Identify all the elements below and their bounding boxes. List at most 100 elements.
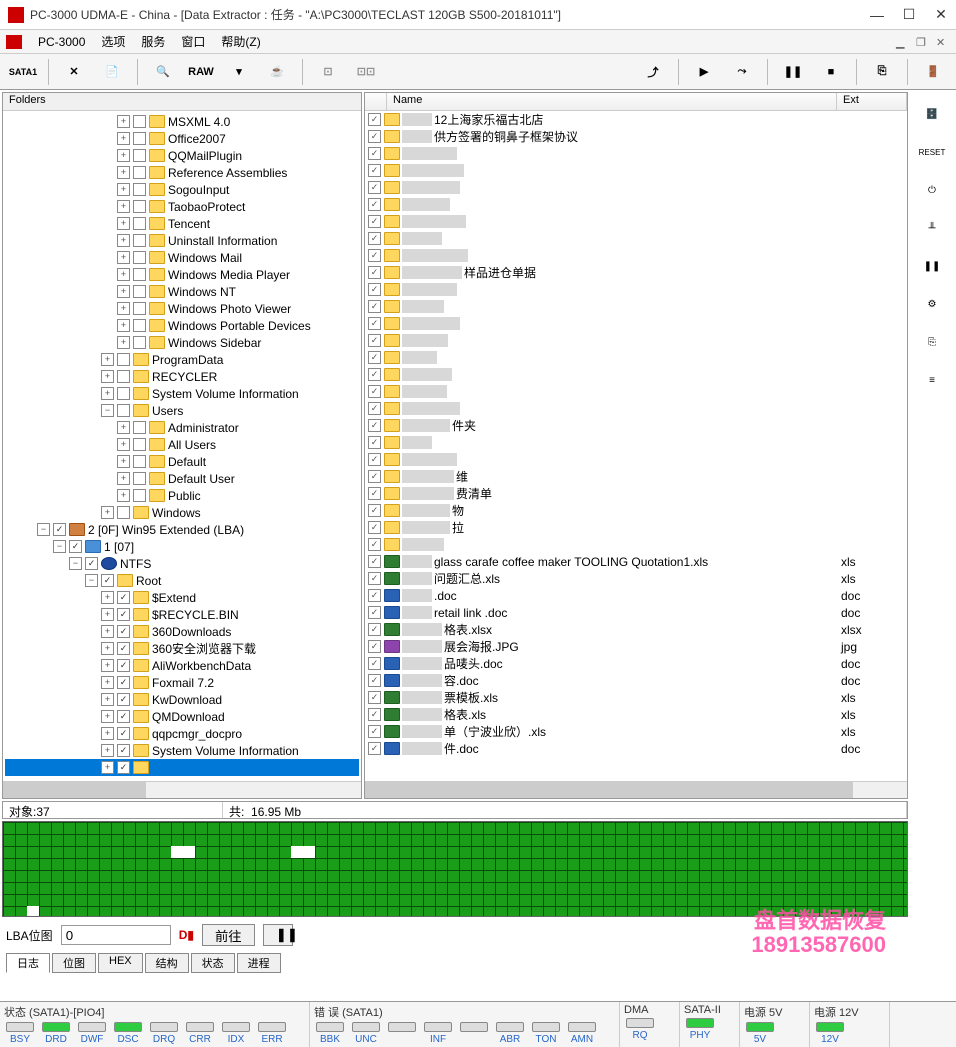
list-item[interactable]: ✓ — [365, 451, 907, 468]
list-checkbox[interactable]: ✓ — [368, 113, 381, 126]
scope-button[interactable]: ╨ — [916, 214, 948, 242]
tree-item[interactable]: +Uninstall Information — [5, 232, 359, 249]
expander-icon[interactable]: + — [101, 659, 114, 672]
export-button[interactable]: ⤴ — [636, 57, 670, 87]
expander-icon[interactable]: + — [117, 319, 130, 332]
tree-checkbox[interactable]: ✓ — [117, 625, 130, 638]
expander-icon[interactable]: + — [117, 472, 130, 485]
lba-input[interactable] — [61, 925, 171, 945]
tree-checkbox[interactable] — [133, 438, 146, 451]
list-item[interactable]: ✓展会海报.JPGjpg — [365, 638, 907, 655]
expander-icon[interactable]: + — [117, 166, 130, 179]
list-item[interactable]: ✓ — [365, 536, 907, 553]
tree-item[interactable]: +All Users — [5, 436, 359, 453]
tree-checkbox[interactable]: ✓ — [101, 574, 114, 587]
tree-checkbox[interactable] — [133, 285, 146, 298]
expander-icon[interactable]: + — [101, 676, 114, 689]
list-checkbox[interactable]: ✓ — [368, 606, 381, 619]
tree-checkbox[interactable] — [133, 268, 146, 281]
list-item[interactable]: ✓ — [365, 315, 907, 332]
list-checkbox[interactable]: ✓ — [368, 198, 381, 211]
lba-marker-icon[interactable]: D▮ — [179, 928, 194, 942]
list-item[interactable]: ✓件夹 — [365, 417, 907, 434]
tree-checkbox[interactable]: ✓ — [117, 693, 130, 706]
tree-checkbox[interactable] — [133, 166, 146, 179]
list-item[interactable]: ✓供方签署的铜鼻子框架协议 — [365, 128, 907, 145]
tree-item[interactable]: +✓qqpcmgr_docpro — [5, 725, 359, 742]
list-item[interactable]: ✓格表.xlsxxlsx — [365, 621, 907, 638]
expander-icon[interactable]: + — [117, 132, 130, 145]
lba-pause-button[interactable]: ❚❚ — [263, 924, 293, 946]
list-checkbox[interactable]: ✓ — [368, 640, 381, 653]
expander-icon[interactable]: + — [117, 336, 130, 349]
tab-status[interactable]: 状态 — [191, 953, 235, 973]
list-checkbox[interactable]: ✓ — [368, 538, 381, 551]
list-item[interactable]: ✓ — [365, 281, 907, 298]
tree-item[interactable]: −✓NTFS — [5, 555, 359, 572]
expander-icon[interactable]: − — [101, 404, 114, 417]
tree-item[interactable]: +✓360安全浏览器下载 — [5, 640, 359, 657]
tree-item[interactable]: +Windows NT — [5, 283, 359, 300]
tree-checkbox[interactable] — [133, 251, 146, 264]
tree-item[interactable]: +✓System Volume Information — [5, 742, 359, 759]
tree-checkbox[interactable] — [133, 421, 146, 434]
tree-checkbox[interactable]: ✓ — [117, 676, 130, 689]
list-item[interactable]: ✓ — [365, 196, 907, 213]
list-item[interactable]: ✓单（宁波业欣）.xlsxls — [365, 723, 907, 740]
tab-log[interactable]: 日志 — [6, 953, 50, 973]
list-item[interactable]: ✓样品进仓单据 — [365, 264, 907, 281]
expander-icon[interactable]: + — [101, 744, 114, 757]
col-ext[interactable]: Ext — [837, 93, 907, 110]
expander-icon[interactable]: + — [101, 387, 114, 400]
tree-item[interactable]: −✓Root — [5, 572, 359, 589]
expander-icon[interactable]: + — [117, 302, 130, 315]
tree-item[interactable]: +Windows — [5, 504, 359, 521]
list-item[interactable]: ✓问题汇总.xlsxls — [365, 570, 907, 587]
expander-icon[interactable]: + — [117, 489, 130, 502]
report-button[interactable]: 📄 — [95, 57, 129, 87]
tree-item[interactable]: +✓ — [5, 759, 359, 776]
tree-item[interactable]: +Public — [5, 487, 359, 504]
tree-item[interactable]: +✓KwDownload — [5, 691, 359, 708]
tree-item[interactable]: +RECYCLER — [5, 368, 359, 385]
list-hscrollbar[interactable] — [365, 781, 907, 798]
list-item[interactable]: ✓ — [365, 434, 907, 451]
side-tool3-button[interactable]: ≡ — [916, 366, 948, 394]
expander-icon[interactable]: − — [69, 557, 82, 570]
expander-icon[interactable]: + — [101, 761, 114, 774]
tree-checkbox[interactable]: ✓ — [117, 591, 130, 604]
list-item[interactable]: ✓维 — [365, 468, 907, 485]
list-checkbox[interactable]: ✓ — [368, 300, 381, 313]
tree-item[interactable]: +✓QMDownload — [5, 708, 359, 725]
list-item[interactable]: ✓ retail link .docdoc — [365, 604, 907, 621]
tree-checkbox[interactable]: ✓ — [69, 540, 82, 553]
list-checkbox[interactable]: ✓ — [368, 266, 381, 279]
list-checkbox[interactable]: ✓ — [368, 453, 381, 466]
tree-item[interactable]: +Windows Media Player — [5, 266, 359, 283]
tree-checkbox[interactable] — [133, 489, 146, 502]
tree-item[interactable]: +QQMailPlugin — [5, 147, 359, 164]
list-checkbox[interactable]: ✓ — [368, 402, 381, 415]
list-item[interactable]: ✓ — [365, 332, 907, 349]
list-checkbox[interactable]: ✓ — [368, 249, 381, 262]
tree-item[interactable]: −Users — [5, 402, 359, 419]
expander-icon[interactable]: + — [117, 455, 130, 468]
filter-button[interactable]: ▾ — [222, 57, 256, 87]
menu-pc3000[interactable]: PC-3000 — [30, 35, 93, 49]
tree-item[interactable]: +TaobaoProtect — [5, 198, 359, 215]
list-item[interactable]: ✓ — [365, 400, 907, 417]
list-checkbox[interactable]: ✓ — [368, 181, 381, 194]
tree-checkbox[interactable] — [117, 387, 130, 400]
tree-item[interactable]: +SogouInput — [5, 181, 359, 198]
list-item[interactable]: ✓ — [365, 298, 907, 315]
side-tool2-button[interactable]: ⎘ — [916, 328, 948, 356]
tree-item[interactable]: +MSXML 4.0 — [5, 113, 359, 130]
tab-struct[interactable]: 结构 — [145, 953, 189, 973]
list-item[interactable]: ✓费清单 — [365, 485, 907, 502]
list-item[interactable]: ✓票模板.xlsxls — [365, 689, 907, 706]
expander-icon[interactable]: + — [101, 353, 114, 366]
tree-checkbox[interactable] — [133, 302, 146, 315]
exit-button[interactable]: 🚪 — [916, 57, 950, 87]
tree-item[interactable]: +✓$RECYCLE.BIN — [5, 606, 359, 623]
list-item[interactable]: ✓品唛头.docdoc — [365, 655, 907, 672]
